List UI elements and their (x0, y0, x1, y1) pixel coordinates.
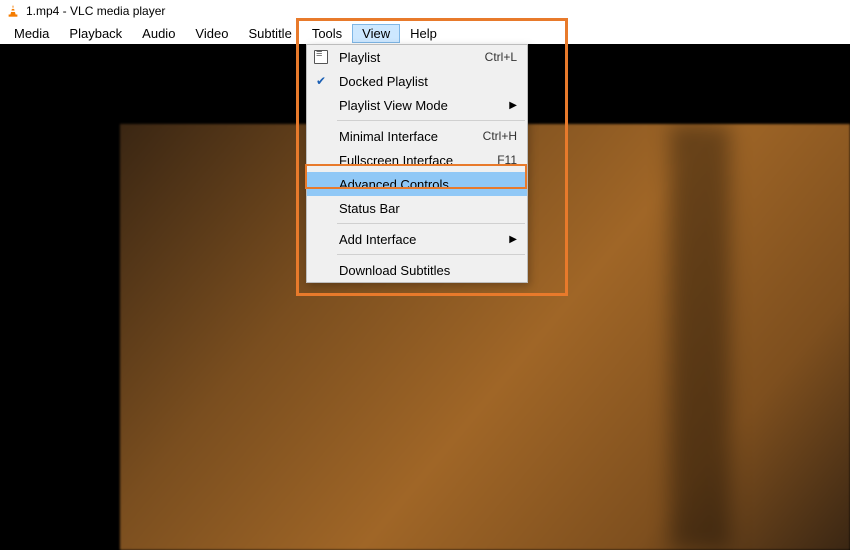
menu-item-label: Download Subtitles (335, 263, 527, 278)
menu-view[interactable]: View (352, 24, 400, 43)
menu-item-label: Minimal Interface (335, 129, 483, 144)
vlc-cone-icon (6, 4, 20, 18)
menubar: Media Playback Audio Video Subtitle Tool… (0, 22, 850, 44)
menu-tools[interactable]: Tools (302, 24, 352, 43)
menu-separator (337, 223, 525, 224)
menu-subtitle[interactable]: Subtitle (238, 24, 301, 43)
menu-item-playlist-view-mode[interactable]: Playlist View Mode ▶ (307, 93, 527, 117)
submenu-arrow-icon: ▶ (509, 234, 517, 245)
window-title: 1.mp4 - VLC media player (26, 4, 165, 18)
menu-item-label: Fullscreen Interface (335, 153, 497, 168)
menu-item-advanced-controls[interactable]: Advanced Controls (307, 172, 527, 196)
submenu-arrow-icon: ▶ (509, 100, 517, 111)
menu-media[interactable]: Media (4, 24, 59, 43)
playlist-icon (314, 50, 328, 64)
menu-playback[interactable]: Playback (59, 24, 132, 43)
menu-separator (337, 254, 525, 255)
menu-item-fullscreen-interface[interactable]: Fullscreen Interface F11 (307, 148, 527, 172)
menu-item-minimal-interface[interactable]: Minimal Interface Ctrl+H (307, 124, 527, 148)
menu-item-label: Docked Playlist (335, 74, 527, 89)
menu-item-shortcut: Ctrl+L (485, 50, 527, 64)
menu-item-add-interface[interactable]: Add Interface ▶ (307, 227, 527, 251)
view-dropdown: Playlist Ctrl+L ✔ Docked Playlist Playli… (306, 44, 528, 283)
menu-item-label: Playlist (335, 50, 485, 65)
check-icon: ✔ (316, 74, 326, 88)
menu-item-shortcut: F11 (497, 153, 527, 167)
menu-item-label: Add Interface (335, 232, 527, 247)
menu-item-playlist[interactable]: Playlist Ctrl+L (307, 45, 527, 69)
menu-item-label: Status Bar (335, 201, 527, 216)
menu-audio[interactable]: Audio (132, 24, 185, 43)
menu-separator (337, 120, 525, 121)
menu-video[interactable]: Video (185, 24, 238, 43)
titlebar: 1.mp4 - VLC media player (0, 0, 850, 22)
menu-item-docked-playlist[interactable]: ✔ Docked Playlist (307, 69, 527, 93)
menu-help[interactable]: Help (400, 24, 447, 43)
menu-item-download-subtitles[interactable]: Download Subtitles (307, 258, 527, 282)
menu-item-label: Advanced Controls (335, 177, 527, 192)
menu-item-shortcut: Ctrl+H (483, 129, 527, 143)
menu-item-label: Playlist View Mode (335, 98, 527, 113)
menu-item-status-bar[interactable]: Status Bar (307, 196, 527, 220)
